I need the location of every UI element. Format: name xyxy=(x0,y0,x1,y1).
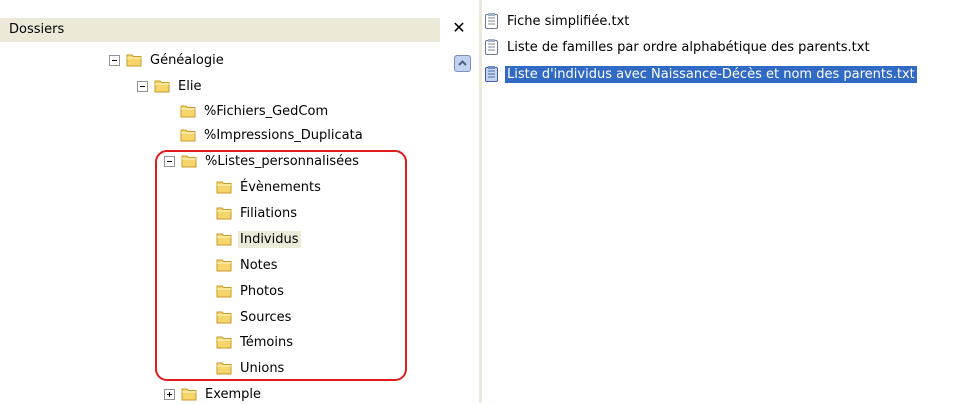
header-bar xyxy=(0,18,440,42)
folder-icon xyxy=(126,54,142,67)
text-file-icon xyxy=(485,38,498,55)
collapse-icon[interactable] xyxy=(109,54,120,66)
folders-pane-title: Dossiers xyxy=(9,22,65,37)
tree-item-label: %Impressions_Duplicata xyxy=(204,127,363,143)
tree-item-genealogie[interactable]: Généalogie xyxy=(109,49,226,71)
file-item[interactable]: Fiche simplifiée.txt xyxy=(484,10,631,32)
collapse-icon[interactable] xyxy=(137,80,148,92)
folder-icon xyxy=(180,129,196,142)
tree-item-label: Elie xyxy=(178,78,202,94)
file-item-selected[interactable]: Liste d'individus avec Naissance-Décès e… xyxy=(484,63,917,85)
file-item[interactable]: Liste de familles par ordre alphabétique… xyxy=(484,36,872,58)
tree-item-fichiers-gedcom[interactable]: %Fichiers_GedCom xyxy=(180,100,330,122)
expand-icon[interactable] xyxy=(164,388,175,400)
tree-item-label: Exemple xyxy=(205,386,262,402)
annotation-outline xyxy=(155,150,407,381)
files-pane: Fiche simplifiée.txt Liste de familles p… xyxy=(482,0,964,403)
tree-item-label: Généalogie xyxy=(150,52,224,68)
folders-pane-header: Dossiers ✕ xyxy=(0,9,479,53)
folders-pane: Dossiers ✕ Généalogie Elie %Fichiers_Ged… xyxy=(0,0,479,403)
folder-icon xyxy=(154,80,170,93)
tree-item-exemple[interactable]: Exemple xyxy=(164,383,263,405)
chevron-up-icon xyxy=(458,60,467,66)
file-name: Liste d'individus avec Naissance-Décès e… xyxy=(505,65,917,83)
text-file-icon xyxy=(485,12,498,29)
text-file-icon xyxy=(485,65,498,82)
file-name: Fiche simplifiée.txt xyxy=(507,13,630,29)
folder-icon xyxy=(181,388,197,401)
tree-item-impressions-duplicata[interactable]: %Impressions_Duplicata xyxy=(180,124,365,146)
folder-icon xyxy=(180,105,196,118)
close-pane-button[interactable]: ✕ xyxy=(448,17,470,39)
tree-item-label: %Fichiers_GedCom xyxy=(204,103,329,119)
file-name: Liste de familles par ordre alphabétique… xyxy=(507,39,870,55)
tree-item-elie[interactable]: Elie xyxy=(137,75,203,97)
scroll-up-button[interactable] xyxy=(454,55,471,72)
